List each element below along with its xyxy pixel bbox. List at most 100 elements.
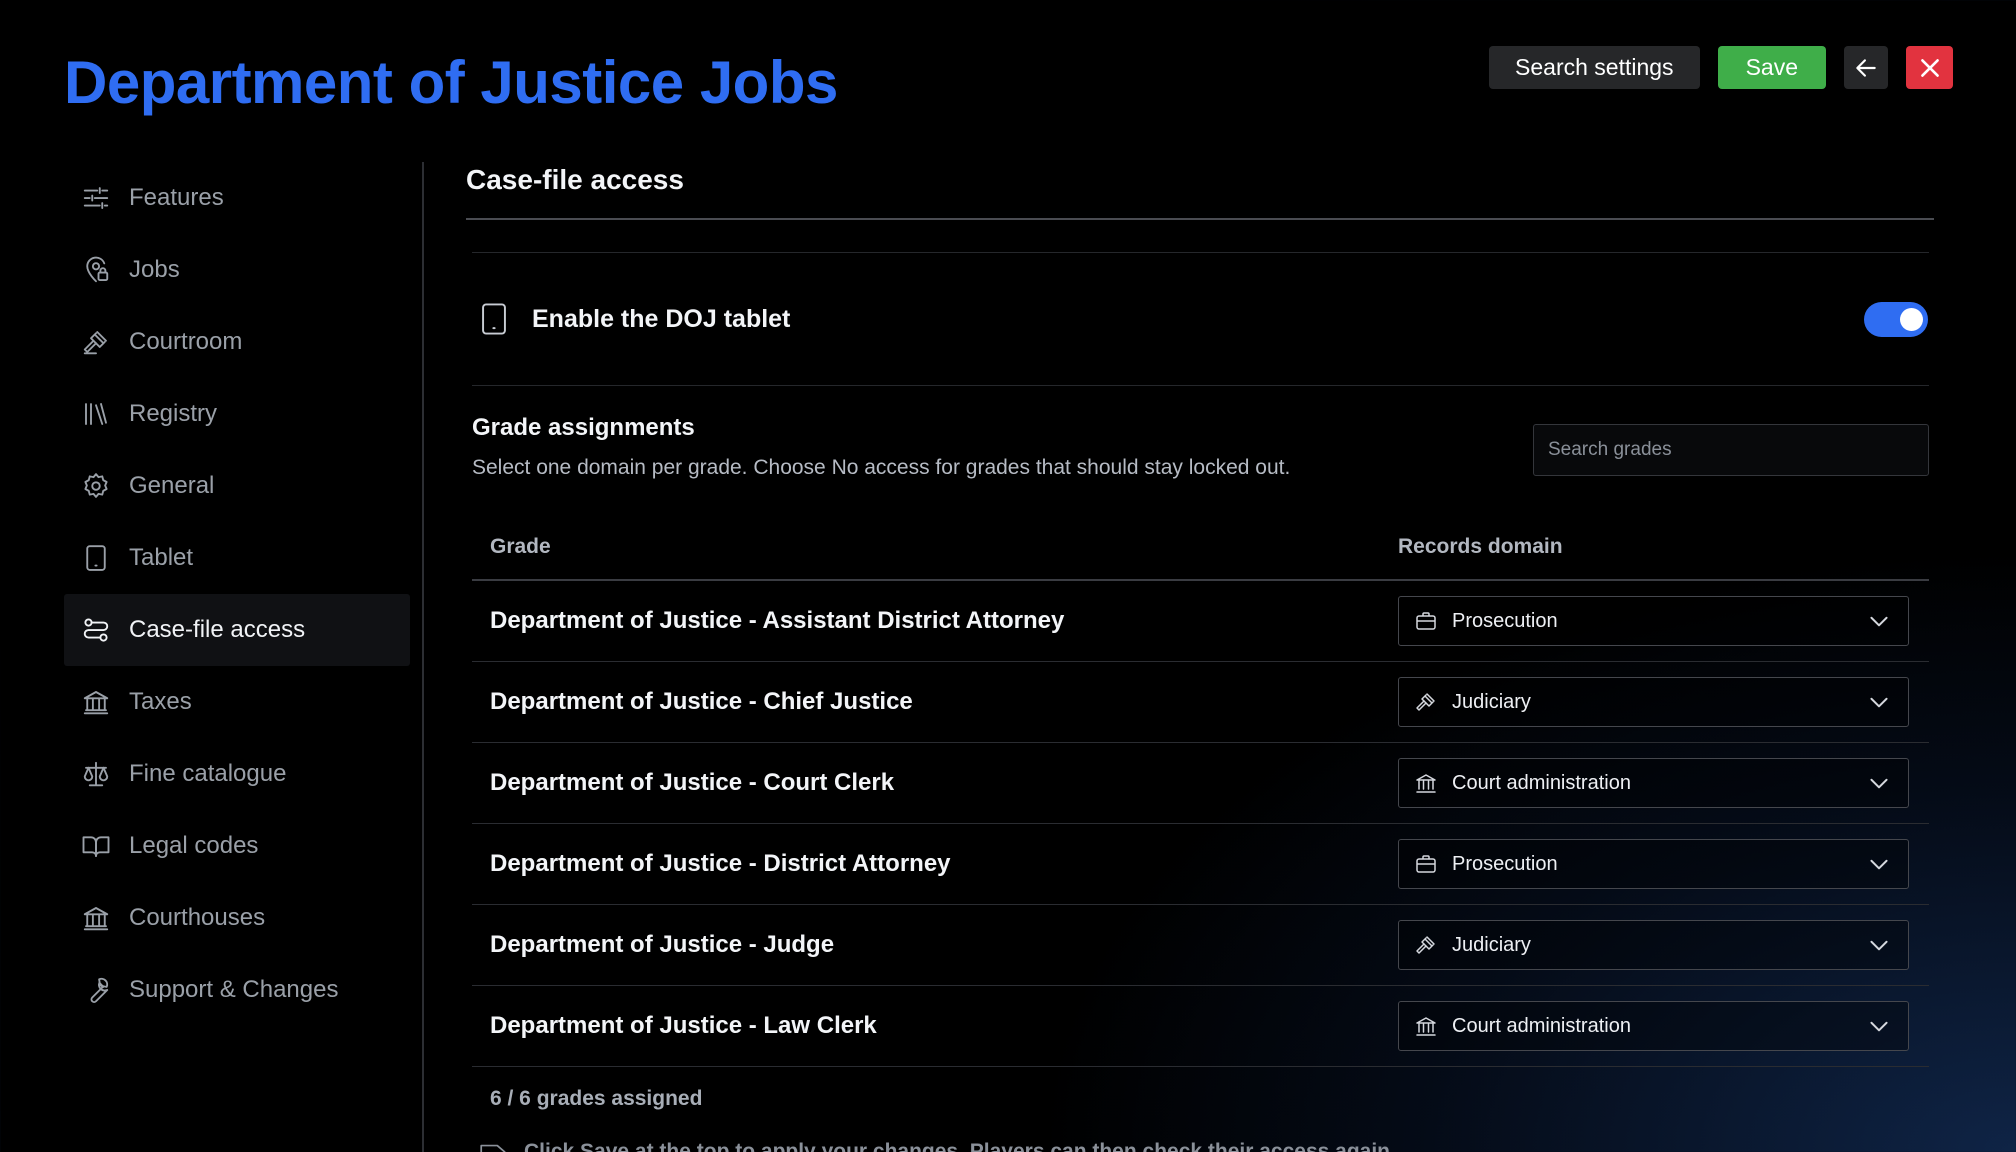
- assigned-count: 6 / 6 grades assigned: [490, 1087, 703, 1110]
- chevron-down-icon: [1870, 616, 1888, 627]
- domain-value: Court administration: [1452, 771, 1631, 794]
- search-settings-button[interactable]: Search settings: [1489, 46, 1700, 89]
- sidebar-item-label: Features: [129, 184, 224, 211]
- domain-value: Prosecution: [1452, 609, 1558, 632]
- sidebar-item-legal-codes[interactable]: Legal codes: [64, 810, 410, 882]
- map-pin-lock-icon: [86, 256, 109, 283]
- sidebar-item-registry[interactable]: Registry: [64, 378, 410, 450]
- gavel-icon: [83, 331, 107, 355]
- sidebar-item-label: Taxes: [129, 688, 192, 715]
- domain-select[interactable]: Judiciary: [1398, 920, 1909, 970]
- section-description: Select one domain per grade. Choose No a…: [472, 456, 1291, 479]
- grade-name: Department of Justice - Law Clerk: [490, 1012, 877, 1039]
- doj-tablet-toggle[interactable]: [1864, 301, 1928, 337]
- route-icon: [83, 618, 109, 642]
- gavel-icon: [1416, 693, 1435, 711]
- sidebar-item-label: Legal codes: [129, 832, 259, 859]
- sidebar-item-label: Jobs: [129, 256, 180, 283]
- sidebar-item-tablet[interactable]: Tablet: [64, 522, 410, 594]
- chevron-down-icon: [1870, 940, 1888, 951]
- books-icon: [85, 403, 107, 425]
- sidebar-item-label: Support & Changes: [129, 976, 339, 1003]
- table-row: Department of Justice - District Attorne…: [472, 824, 1929, 905]
- wrench-icon: [90, 977, 109, 1003]
- sidebar-item-label: Courtroom: [129, 328, 243, 355]
- gear-icon: [84, 473, 108, 498]
- sidebar: Features Jobs Courtroom Registry General…: [64, 162, 410, 1026]
- grade-name: Department of Justice - Assistant Distri…: [490, 607, 1065, 634]
- tablet-icon: [86, 545, 106, 571]
- section-heading: Grade assignments: [472, 414, 695, 441]
- domain-value: Court administration: [1452, 1014, 1631, 1037]
- domain-value: Prosecution: [1452, 852, 1558, 875]
- settings-panel: Enable the DOJ tablet Grade assignments …: [472, 252, 1929, 1152]
- chevron-down-icon: [1870, 778, 1888, 789]
- courthouse-icon: [1416, 1017, 1436, 1036]
- chevron-down-icon: [1870, 859, 1888, 870]
- close-button[interactable]: [1906, 46, 1953, 89]
- column-header-grade: Grade: [490, 534, 551, 558]
- sidebar-item-courtroom[interactable]: Courtroom: [64, 306, 410, 378]
- sidebar-item-fine-catalogue[interactable]: Fine catalogue: [64, 738, 410, 810]
- domain-select[interactable]: Prosecution: [1398, 596, 1909, 646]
- scale-icon: [83, 761, 109, 787]
- sidebar-item-label: Registry: [129, 400, 218, 427]
- tablet-toggle-row: Enable the DOJ tablet: [472, 253, 1929, 385]
- courthouse-icon: [1416, 774, 1436, 793]
- domain-value: Judiciary: [1452, 690, 1531, 713]
- tag-icon: [480, 1144, 506, 1152]
- grade-name: Department of Justice - Chief Justice: [490, 688, 913, 715]
- sidebar-item-label: Tablet: [129, 544, 194, 571]
- sidebar-item-features[interactable]: Features: [64, 162, 410, 234]
- courthouse-icon: [83, 907, 109, 931]
- table-row: Department of Justice - Court Clerk Cour…: [472, 743, 1929, 824]
- sidebar-divider: [422, 162, 424, 1152]
- tablet-icon: [482, 303, 506, 335]
- page-title: Case-file access: [466, 164, 684, 195]
- sidebar-item-support[interactable]: Support & Changes: [64, 954, 410, 1026]
- table-header: Grade Records domain: [472, 514, 1929, 581]
- sidebar-item-label: Fine catalogue: [129, 760, 287, 787]
- sidebar-item-jobs[interactable]: Jobs: [64, 234, 410, 306]
- sliders-icon: [83, 187, 109, 209]
- arrow-left-icon: [1856, 58, 1876, 77]
- save-hint: Click Save at the top to apply your chan…: [472, 1139, 1929, 1152]
- sidebar-item-courthouses[interactable]: Courthouses: [64, 882, 410, 954]
- column-header-domain: Records domain: [1398, 534, 1563, 558]
- briefcase-icon: [1416, 612, 1436, 630]
- domain-select[interactable]: Prosecution: [1398, 839, 1909, 889]
- grade-name: Department of Justice - District Attorne…: [490, 850, 951, 877]
- gavel-icon: [1416, 936, 1435, 954]
- briefcase-icon: [1416, 855, 1436, 873]
- sidebar-item-case-file-access[interactable]: Case-file access: [64, 594, 410, 666]
- domain-value: Judiciary: [1452, 933, 1531, 956]
- table-row: Department of Justice - Assistant Distri…: [472, 581, 1929, 662]
- chevron-down-icon: [1870, 697, 1888, 708]
- title-divider: [466, 218, 1934, 220]
- hint-text: Click Save at the top to apply your chan…: [524, 1140, 1396, 1152]
- domain-select[interactable]: Court administration: [1398, 1001, 1909, 1051]
- domain-select[interactable]: Judiciary: [1398, 677, 1909, 727]
- sidebar-item-label: Case-file access: [129, 616, 306, 643]
- book-open-icon: [82, 836, 110, 857]
- bank-icon: [83, 691, 109, 715]
- back-button[interactable]: [1844, 46, 1888, 89]
- main-content: Case-file access Enable the DOJ tablet G…: [466, 160, 1934, 1152]
- table-row: Department of Justice - Chief Justice Ju…: [472, 662, 1929, 743]
- chevron-down-icon: [1870, 1021, 1888, 1032]
- sidebar-item-general[interactable]: General: [64, 450, 410, 522]
- grade-assignments-header: Grade assignments Select one domain per …: [472, 386, 1929, 514]
- sidebar-item-label: Courthouses: [129, 904, 266, 931]
- sidebar-item-label: General: [129, 472, 215, 499]
- search-grades-input[interactable]: [1533, 424, 1929, 476]
- close-icon: [1920, 58, 1939, 77]
- table-row: Department of Justice - Judge Judiciary: [472, 905, 1929, 986]
- sidebar-item-taxes[interactable]: Taxes: [64, 666, 410, 738]
- save-button[interactable]: Save: [1717, 46, 1826, 89]
- table-row: Department of Justice - Law Clerk Court …: [472, 986, 1929, 1067]
- domain-select[interactable]: Court administration: [1398, 758, 1909, 808]
- toggle-label: Enable the DOJ tablet: [532, 304, 791, 333]
- grade-name: Department of Justice - Judge: [490, 931, 835, 958]
- grade-name: Department of Justice - Court Clerk: [490, 769, 895, 796]
- header-actions: Search settings Save: [1489, 46, 1953, 89]
